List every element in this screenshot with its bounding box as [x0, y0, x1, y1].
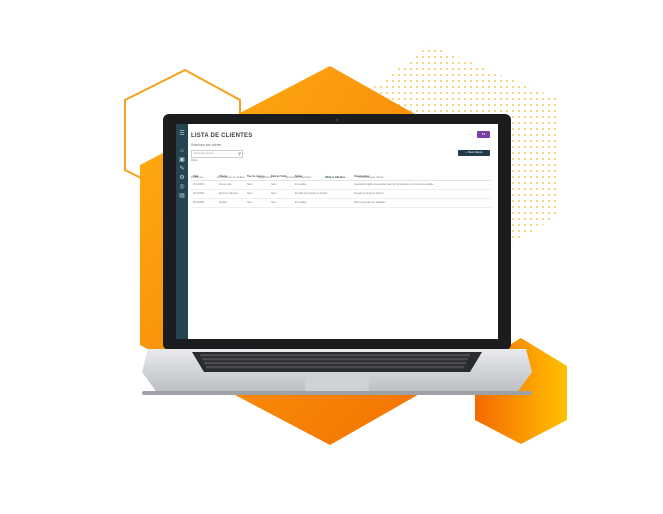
table-cell: 01/12/2021: [193, 201, 205, 204]
main-content: LISTA DE CLIENTES ◔ ▾● Selecione seu cli…: [190, 124, 496, 339]
table-cell: 01/12/2021: [193, 192, 205, 195]
user-menu-button[interactable]: ▾●: [477, 131, 490, 138]
table-row[interactable]: 01/12/2021 Zenilton Novo Novo Em análise…: [191, 199, 491, 208]
table-cell: Novo: [247, 183, 253, 186]
table-cell: Aguardando dados necessários para dar co…: [354, 183, 434, 186]
table-cell: Cliente Ltda.: [219, 183, 232, 186]
table-cell: Novo: [271, 192, 277, 195]
clients-table: Data Cliente Tipo de Acesso Data de Visi…: [191, 175, 491, 208]
trackpad: [305, 376, 369, 391]
menu-icon[interactable]: ☰: [178, 130, 186, 138]
table-row[interactable]: 01/12/2021 Empresa Solutions Novo Novo E…: [191, 190, 491, 199]
table-cell: Novo: [247, 201, 253, 204]
camera-icon: [335, 118, 339, 122]
table-cell: Enviado ao grupo de clientes: [354, 192, 384, 195]
notification-icon[interactable]: ◔: [469, 132, 474, 137]
table-cell: Enviado ao conjunto de clientes: [295, 192, 328, 195]
app-screen: ☰ ⌂ ▣ ✎ ⚙ ◎ ▤ LISTA DE CLIENTES ◔ ▾● Sel…: [176, 124, 498, 339]
clients-icon[interactable]: ▣: [178, 156, 186, 164]
new-client-button[interactable]: + Novo cliente: [458, 150, 490, 156]
table-cell: Em análise: [295, 201, 307, 204]
new-client-label: Novo cliente: [467, 151, 483, 154]
table-row[interactable]: 01/12/2021 Cliente Ltda. Novo Novo Em an…: [191, 181, 491, 190]
column-header[interactable]: Data: [193, 175, 198, 178]
column-header[interactable]: Status: [295, 175, 302, 178]
table-cell: Empresa Solutions: [219, 192, 239, 195]
search-input[interactable]: Pesquisar cliente ⚲: [191, 150, 243, 158]
home-icon[interactable]: ⌂: [178, 147, 186, 155]
table-cell: Zenilton: [219, 201, 228, 204]
table-cell: Novo: [247, 192, 253, 195]
document-icon[interactable]: ▤: [178, 192, 186, 200]
tools-icon[interactable]: ✎: [178, 165, 186, 173]
column-header[interactable]: Tipo de Acesso: [247, 175, 265, 178]
column-header[interactable]: Data de Visita: [271, 175, 287, 178]
column-header[interactable]: Observações: [354, 175, 369, 178]
status-tabs: Pendentes Em processo de análise Aguarda…: [191, 165, 392, 181]
search-placeholder: Pesquisar cliente: [194, 152, 214, 155]
filter-label: Filtrar: [191, 159, 198, 162]
column-header[interactable]: Cliente: [219, 175, 227, 178]
search-icon[interactable]: ⚲: [238, 151, 241, 156]
table-cell: Novo: [271, 183, 277, 186]
settings-icon[interactable]: ⚙: [178, 174, 186, 182]
table-cell: Mais tempo para ser analisado: [354, 201, 386, 204]
help-icon[interactable]: ◎: [178, 183, 186, 191]
sidebar: ☰ ⌂ ▣ ✎ ⚙ ◎ ▤: [176, 124, 188, 339]
page-subtitle: Selecione seu cliente: [191, 143, 222, 147]
table-cell: Em análise: [295, 183, 307, 186]
table-cell: Novo: [271, 201, 277, 204]
page-title: LISTA DE CLIENTES: [191, 133, 253, 139]
table-cell: 01/12/2021: [193, 183, 205, 186]
